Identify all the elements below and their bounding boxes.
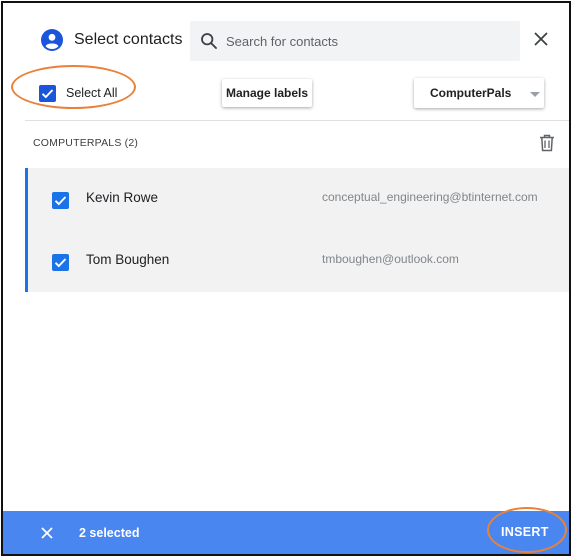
group-heading: COMPUTERPALS (2) xyxy=(33,137,139,149)
trash-icon[interactable] xyxy=(539,134,555,152)
insert-button[interactable]: INSERT xyxy=(501,525,549,539)
contact-checkbox[interactable] xyxy=(52,192,69,209)
toolbar-divider xyxy=(25,120,569,121)
selection-footer: 2 selected INSERT xyxy=(3,511,569,554)
dialog-header: Select contacts xyxy=(3,3,569,61)
contact-email: conceptual_engineering@btinternet.com xyxy=(322,190,538,204)
select-contacts-dialog: Select contacts Select All Manage labels… xyxy=(1,1,571,556)
label-select[interactable]: ComputerPals xyxy=(414,78,544,108)
contact-name: Kevin Rowe xyxy=(86,190,159,205)
search-input[interactable] xyxy=(226,21,511,61)
label-select-value: ComputerPals xyxy=(430,86,512,100)
dialog-title: Select contacts xyxy=(74,31,183,48)
check-icon xyxy=(41,89,54,99)
contact-email: tmboughen@outlook.com xyxy=(322,252,459,266)
check-icon xyxy=(54,258,67,268)
selected-count: 2 selected xyxy=(79,526,140,540)
account-circle-icon xyxy=(41,29,63,51)
manage-labels-button[interactable]: Manage labels xyxy=(222,79,312,107)
select-all-checkbox[interactable] xyxy=(39,85,56,102)
close-icon[interactable] xyxy=(41,527,53,539)
contact-name: Tom Boughen xyxy=(86,252,170,267)
search-icon xyxy=(201,33,217,49)
close-icon[interactable] xyxy=(533,31,549,47)
contact-checkbox[interactable] xyxy=(52,254,69,271)
contact-list: Kevin Rowe conceptual_engineering@btinte… xyxy=(25,168,569,292)
dropdown-arrow-icon xyxy=(530,92,540,97)
select-all-label: Select All xyxy=(66,86,118,100)
contact-row[interactable]: Kevin Rowe conceptual_engineering@btinte… xyxy=(25,168,569,230)
check-icon xyxy=(54,196,67,206)
search-box[interactable] xyxy=(190,21,520,61)
contact-row[interactable]: Tom Boughen tmboughen@outlook.com xyxy=(25,230,569,292)
